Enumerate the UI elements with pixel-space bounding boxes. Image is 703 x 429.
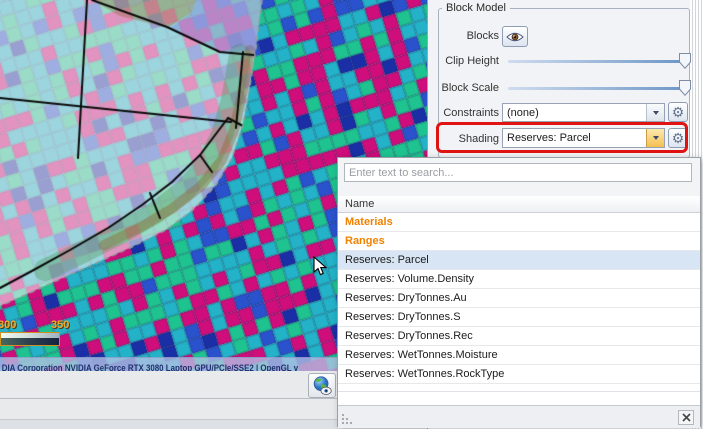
block-scale-slider-track[interactable] <box>508 87 691 90</box>
clip-height-label: Clip Height <box>428 55 499 68</box>
list-item-wettonnes-moisture[interactable]: Reserves: WetTonnes.Moisture <box>338 346 700 365</box>
constraints-combo-value: (none) <box>503 107 646 119</box>
list-item-volume-density[interactable]: Reserves: Volume.Density <box>338 270 700 289</box>
scale-bar-bottom <box>1 338 59 345</box>
list-item-drytonnes-au[interactable]: Reserves: DryTonnes.Au <box>338 289 700 308</box>
blocks-label: Blocks <box>428 30 499 43</box>
gpu-status-text: DIA Corporation NVIDIA GeForce RTX 3080 … <box>0 362 298 371</box>
constraints-combo-arrow[interactable] <box>646 104 664 121</box>
chevron-down-icon <box>653 111 659 115</box>
list-end-divider <box>338 391 700 392</box>
popup-search-area <box>338 158 700 196</box>
globe-icon <box>311 375 333 396</box>
list-item-wettonnes-rocktype[interactable]: Reserves: WetTonnes.RockType <box>338 365 700 384</box>
eye-icon <box>506 31 524 43</box>
search-input[interactable] <box>344 163 692 182</box>
clip-height-slider-thumb[interactable] <box>679 53 691 69</box>
shading-dropdown-popup: Name Materials Ranges Reserves: Parcel R… <box>337 157 701 427</box>
group-title: Block Model <box>442 2 510 14</box>
popup-footer <box>338 405 700 428</box>
list-item-reserves-parcel[interactable]: Reserves: Parcel <box>338 251 700 270</box>
constraints-label: Constraints <box>428 107 499 120</box>
constraints-settings-button[interactable]: ⚙ <box>668 102 688 122</box>
constraints-combo[interactable]: (none) <box>502 103 665 122</box>
list-group-ranges[interactable]: Ranges <box>338 232 700 251</box>
list-item-drytonnes-rec[interactable]: Reserves: DryTonnes.Rec <box>338 327 700 346</box>
mouse-cursor-icon <box>313 256 327 282</box>
block-scale-slider-thumb[interactable] <box>679 80 691 96</box>
list-item-drytonnes-s[interactable]: Reserves: DryTonnes.S <box>338 308 700 327</box>
clip-height-slider-track[interactable] <box>508 60 691 63</box>
scale-label-350: 350 <box>51 319 69 331</box>
list-group-materials[interactable]: Materials <box>338 213 700 232</box>
shading-highlight-ring <box>436 122 688 153</box>
application-window: 300 350 DIA Corporation NVIDIA GeForce R… <box>0 0 703 429</box>
resize-grip[interactable] <box>341 411 354 425</box>
shading-options-list: Materials Ranges Reserves: Parcel Reserv… <box>338 213 700 384</box>
gear-icon: ⚙ <box>672 105 685 119</box>
block-scale-label: Block Scale <box>428 82 499 95</box>
close-icon <box>682 413 691 422</box>
list-column-header: Name <box>338 196 700 213</box>
blocks-visibility-button[interactable] <box>502 26 528 47</box>
popup-close-button[interactable] <box>678 410 694 425</box>
scale-bar <box>0 332 60 346</box>
globe-view-button[interactable] <box>308 373 336 398</box>
scale-label-300: 300 <box>0 319 16 331</box>
